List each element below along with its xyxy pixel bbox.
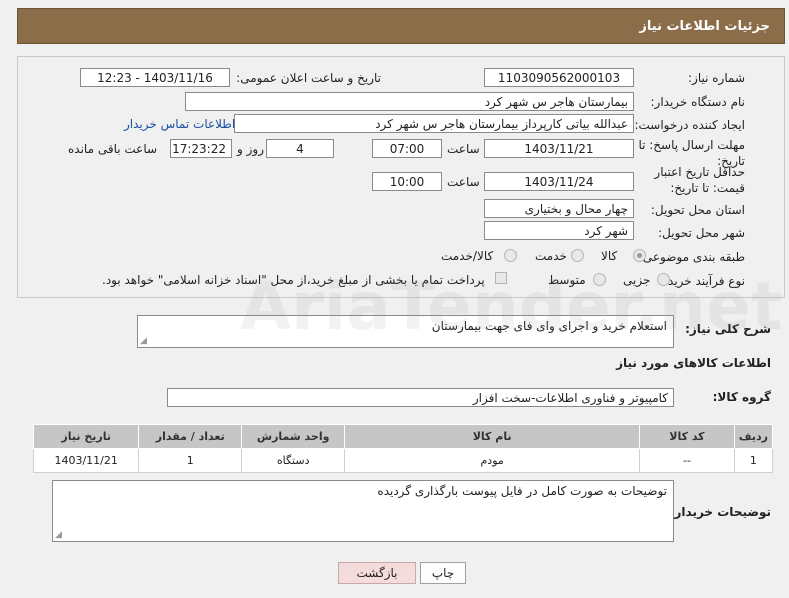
cell-name: مودم [344,448,641,473]
category-label: طبقه بندی موضوعی: [638,250,745,264]
cell-unit: دستگاه [241,448,346,473]
reply-deadline-time: 07:00 [372,139,442,158]
col-name: نام کالا [344,424,641,449]
delivery-province-field: چهار محال و بختیاری [484,199,634,218]
purchase-option-minor: جزیی [623,273,651,287]
reply-deadline-time-label: ساعت [447,142,480,156]
category-radio-goods[interactable] [633,249,646,262]
resize-grip-icon[interactable]: ◢ [140,336,147,346]
delivery-city-field: شهر کرد [484,221,634,240]
price-validity-date: 1403/11/24 [484,172,634,191]
purchase-radio-minor[interactable] [657,273,670,286]
category-option-service: خدمت [535,249,567,263]
col-unit: واحد شمارش [241,424,346,449]
buyer-notes-field[interactable]: توضیحات به صورت کامل در فایل پیوست بارگذ… [52,480,674,542]
buyer-org-label: نام دستگاه خریدار: [650,95,746,109]
reply-deadline-date: 1403/11/21 [484,139,634,158]
price-validity-time-label: ساعت [447,175,480,189]
page-title: جزئیات اطلاعات نیاز [639,19,770,34]
remaining-days-label: روز و [237,142,264,156]
announce-datetime-field: 1403/11/16 - 12:23 [80,68,230,87]
col-row: ردیف [733,424,774,449]
category-radio-goods-service[interactable] [504,249,517,262]
purchase-type-label: نوع فرآیند خرید : [660,274,745,288]
treasury-payment-note: پرداخت تمام یا بخشی از مبلغ خرید،از محل … [102,273,485,287]
need-number-label: شماره نیاز: [688,71,745,85]
page-header: جزئیات اطلاعات نیاز [17,8,785,44]
need-number-field: 1103090562000103 [484,68,634,87]
buyer-contact-link[interactable]: اطلاعات تماس خریدار [124,117,235,131]
goods-table: ردیف کد کالا نام کالا واحد شمارش تعداد /… [32,424,774,473]
purchase-radio-medium[interactable] [593,273,606,286]
resize-grip-icon[interactable]: ◢ [55,530,62,540]
col-code: کد کالا [639,424,735,449]
remaining-time-field: 17:23:22 [170,139,232,158]
category-radio-service[interactable] [571,249,584,262]
cell-qty: 1 [138,448,243,473]
remaining-time-label: ساعت باقی مانده [68,142,158,156]
price-validity-time: 10:00 [372,172,442,191]
cell-date: 1403/11/21 [32,448,140,473]
table-row: 1 -- مودم دستگاه 1 1403/11/21 [32,448,774,473]
back-button[interactable]: بازگشت [338,562,416,584]
description-text: استعلام خرید و اجرای وای فای جهت بیمارست… [431,319,667,333]
delivery-city-label: شهر محل تحویل: [658,226,745,240]
remaining-days-field: 4 [266,139,334,158]
buyer-notes-label: توضیحات خریدار: [669,505,771,519]
description-field[interactable]: استعلام خرید و اجرای وای فای جهت بیمارست… [137,315,674,348]
purchase-option-medium: متوسط [548,273,586,287]
requester-field: عبدالله بیاتی کارپرداز بیمارستان هاجر س … [234,114,634,133]
category-option-goods: کالا [601,249,618,263]
goods-group-label: گروه کالا: [712,390,771,404]
price-validity-label: حداقل تاریخ اعتبار قیمت: تا تاریخ: [654,165,745,195]
description-label: شرح کلی نیاز: [685,322,771,336]
col-qty: تعداد / مقدار [138,424,243,449]
delivery-province-label: استان محل تحویل: [650,203,745,217]
goods-table-header: ردیف کد کالا نام کالا واحد شمارش تعداد /… [32,424,774,449]
cell-code: -- [639,448,735,473]
col-date: تاریخ نیاز [32,424,140,449]
goods-section-title: اطلاعات کالاهای مورد نیاز [616,356,771,370]
treasury-payment-checkbox[interactable] [495,272,507,284]
requester-label: ایجاد کننده درخواست: [634,118,745,132]
buyer-org-field: بیمارستان هاجر س شهر کرد [185,92,634,111]
category-option-goods-service: کالا/خدمت [441,249,494,263]
print-button[interactable]: چاپ [420,562,466,584]
announce-datetime-label: تاریخ و ساعت اعلان عمومی: [236,71,381,85]
goods-group-field: کامپیوتر و فناوری اطلاعات-سخت افزار [167,388,674,407]
buyer-notes-text: توضیحات به صورت کامل در فایل پیوست بارگذ… [377,484,667,498]
cell-row: 1 [733,448,774,473]
